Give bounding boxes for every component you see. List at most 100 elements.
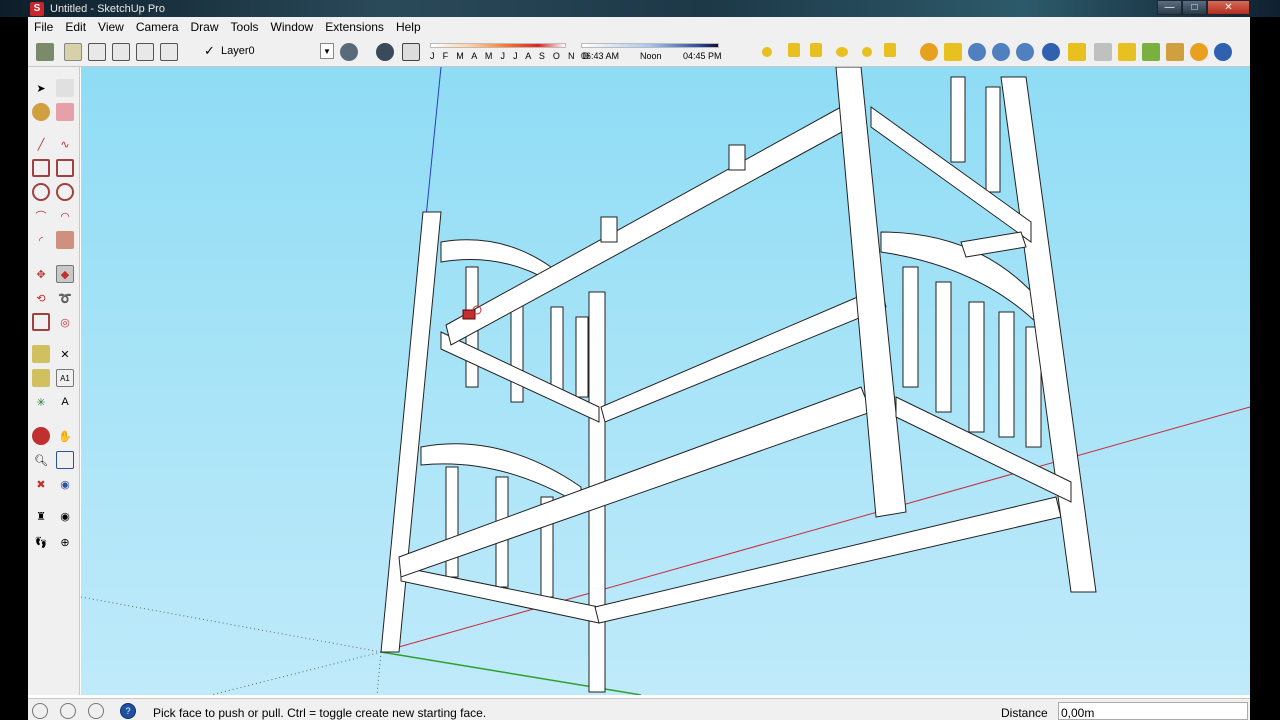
walk-icon[interactable]: 👣︎	[32, 533, 50, 551]
paint-icon[interactable]	[1166, 43, 1184, 61]
position-camera-icon[interactable]: ♜	[32, 507, 50, 525]
menu-window[interactable]: Window	[265, 20, 320, 34]
push-pull-icon[interactable]: ◆	[56, 265, 74, 283]
window-controls: — □ ✕	[1157, 0, 1250, 15]
cross-icon[interactable]	[1118, 43, 1136, 61]
drawing-viewport[interactable]	[81, 67, 1250, 695]
layer-selector[interactable]: Layer0	[221, 45, 255, 57]
right-view-icon[interactable]	[112, 43, 130, 61]
help-icon[interactable]: ?	[120, 703, 136, 719]
3d-text-icon[interactable]: A	[56, 393, 74, 411]
menu-extensions[interactable]: Extensions	[319, 20, 390, 34]
menu-edit[interactable]: Edit	[59, 20, 92, 34]
slat	[985, 86, 1001, 193]
arc-icon[interactable]: ⌒	[32, 207, 50, 225]
orbit-icon[interactable]	[32, 427, 50, 445]
rotate-icon[interactable]: ⟲	[32, 289, 50, 307]
sketchup-logo-icon: S	[30, 1, 44, 16]
text-icon[interactable]: A1	[56, 369, 74, 387]
help-plugin-icon[interactable]	[1042, 43, 1060, 61]
rectangle-icon[interactable]	[32, 159, 50, 177]
close-button[interactable]: ✕	[1207, 0, 1250, 15]
look-around-icon[interactable]: ◉	[56, 507, 74, 525]
stamp-icon[interactable]	[810, 43, 822, 57]
polygon-icon[interactable]	[56, 183, 74, 201]
left-view-icon[interactable]	[160, 43, 178, 61]
previous-view-icon[interactable]: ◉	[56, 475, 74, 493]
axes-icon[interactable]: ✳	[32, 393, 50, 411]
time-slider[interactable]	[581, 43, 719, 48]
rail-block	[600, 216, 618, 243]
menu-camera[interactable]: Camera	[130, 20, 185, 34]
info-icon[interactable]	[1214, 43, 1232, 61]
circle-icon[interactable]	[32, 183, 50, 201]
tool-palette: ➤ ╱ ∿ ⌒ ◠ ◜ ✥ ◆ ⟲ ➰ ◎ ✕ A1 ✳ A ✋ 🔍︎ ✖ ◉ …	[28, 67, 80, 695]
slat	[550, 306, 564, 398]
slat	[950, 76, 966, 163]
main-toolbar: ✓ Layer0 ▼ J F M A M J J A S O N D 06:43…	[28, 37, 1250, 67]
zoom-icon[interactable]: 🔍︎	[32, 451, 50, 469]
top-view-icon[interactable]	[64, 43, 82, 61]
two-point-arc-icon[interactable]: ◠	[56, 207, 74, 225]
smoove-icon[interactable]	[788, 43, 800, 57]
flip-edge-icon[interactable]	[884, 43, 896, 57]
three-point-arc-icon[interactable]: ◜	[32, 231, 50, 249]
fog-icon[interactable]	[402, 43, 420, 61]
user-icon[interactable]	[88, 703, 104, 719]
pan-hand-icon[interactable]: ✋	[56, 427, 74, 445]
eraser-icon[interactable]	[56, 103, 74, 121]
protractor-icon[interactable]	[32, 369, 50, 387]
tree-icon[interactable]	[1142, 43, 1160, 61]
slat	[902, 266, 919, 388]
section-plane-icon[interactable]: ⊕	[56, 533, 74, 551]
zoom-extents-icon[interactable]: ✖	[32, 475, 50, 493]
r-plugin-icon[interactable]	[968, 43, 986, 61]
move-icon[interactable]: ✥	[32, 265, 50, 283]
shadows-icon[interactable]	[376, 43, 394, 61]
pie-icon[interactable]	[56, 231, 74, 249]
menu-view[interactable]: View	[92, 20, 130, 34]
add-detail-icon[interactable]	[862, 47, 872, 57]
br-plugin-icon[interactable]	[1016, 43, 1034, 61]
rt-plugin-icon[interactable]	[992, 43, 1010, 61]
time-end-label: 04:45 PM	[683, 51, 722, 61]
menu-help[interactable]: Help	[390, 20, 427, 34]
scale-icon[interactable]	[32, 313, 50, 331]
select-arrow-icon[interactable]: ➤	[32, 79, 50, 97]
credits-icon[interactable]	[60, 703, 76, 719]
maximize-button[interactable]: □	[1182, 0, 1207, 15]
date-slider[interactable]	[430, 43, 566, 48]
menu-file[interactable]: File	[28, 20, 59, 34]
tag-icon[interactable]	[1068, 43, 1086, 61]
measurements-box[interactable]: 0,00m	[1058, 702, 1248, 720]
layer-dropdown-button[interactable]: ▼	[320, 43, 334, 59]
back-view-icon[interactable]	[136, 43, 154, 61]
pencil-line-icon[interactable]: ╱	[32, 135, 50, 153]
dimension-icon[interactable]: ✕	[56, 345, 74, 363]
component-icon[interactable]	[56, 79, 74, 97]
front-view-icon[interactable]	[88, 43, 106, 61]
follow-me-icon[interactable]: ➰	[56, 289, 74, 307]
zoom-window-icon[interactable]	[56, 451, 74, 469]
menu-draw[interactable]: Draw	[185, 20, 225, 34]
rotated-rectangle-icon[interactable]	[56, 159, 74, 177]
diamond-icon[interactable]	[1094, 43, 1112, 61]
drape-icon[interactable]	[836, 47, 848, 57]
settings-icon[interactable]	[1190, 43, 1208, 61]
layer-manager-icon[interactable]	[340, 43, 358, 61]
minimize-button[interactable]: —	[1157, 0, 1182, 15]
freehand-icon[interactable]: ∿	[56, 135, 74, 153]
slat	[968, 301, 985, 433]
iso-view-icon[interactable]	[36, 43, 54, 61]
time-start-label: 06:43 AM	[581, 51, 620, 61]
sandbox-icon[interactable]	[762, 47, 772, 57]
geo-icon[interactable]	[944, 43, 962, 61]
offset-icon[interactable]: ◎	[56, 313, 74, 331]
menu-tools[interactable]: Tools	[225, 20, 265, 34]
geo-location-icon[interactable]	[32, 703, 48, 719]
tape-measure-icon[interactable]	[32, 345, 50, 363]
bottom-long-rail	[594, 496, 1062, 624]
lower-long-rail	[398, 386, 872, 578]
paint-bucket-icon[interactable]	[32, 103, 50, 121]
model-info-icon[interactable]	[920, 43, 938, 61]
